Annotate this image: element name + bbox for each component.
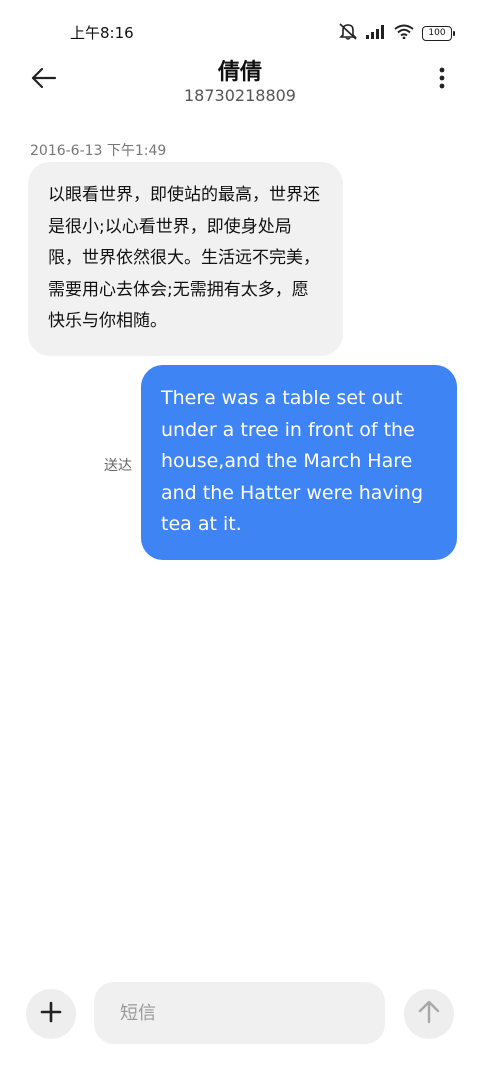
plus-icon	[40, 1001, 62, 1027]
send-arrow-icon	[418, 1000, 440, 1028]
battery-icon: 100	[422, 25, 455, 41]
more-vertical-icon	[439, 67, 445, 93]
status-icons: 100	[338, 22, 455, 44]
wifi-icon	[394, 24, 414, 43]
mute-icon	[338, 22, 358, 44]
signal-icon	[366, 24, 386, 43]
message-timestamp: 2016-6-13 下午1:49	[30, 143, 167, 159]
add-attachment-button[interactable]	[26, 989, 76, 1039]
outgoing-message-bubble[interactable]: There was a table set out under a tree i…	[141, 365, 457, 560]
outgoing-message-text: There was a table set out under a tree i…	[161, 387, 424, 535]
send-button[interactable]	[404, 989, 454, 1039]
contact-number: 18730218809	[184, 86, 296, 105]
sms-input[interactable]	[94, 982, 385, 1044]
battery-level: 100	[428, 27, 446, 38]
incoming-message-bubble[interactable]: 以眼看世界，即使站的最高，世界还是很小;以心看世界，即使身处局限，世界依然很大。…	[28, 162, 343, 356]
delivery-status: 送达	[104, 458, 132, 474]
conversation-header: 倩倩 18730218809	[0, 50, 480, 120]
status-time: 上午8:16	[70, 24, 134, 42]
incoming-message-text: 以眼看世界，即使站的最高，世界还是很小;以心看世界，即使身处局限，世界依然很大。…	[48, 185, 320, 331]
contact-name: 倩倩	[217, 60, 262, 85]
more-options-button[interactable]	[428, 62, 456, 98]
